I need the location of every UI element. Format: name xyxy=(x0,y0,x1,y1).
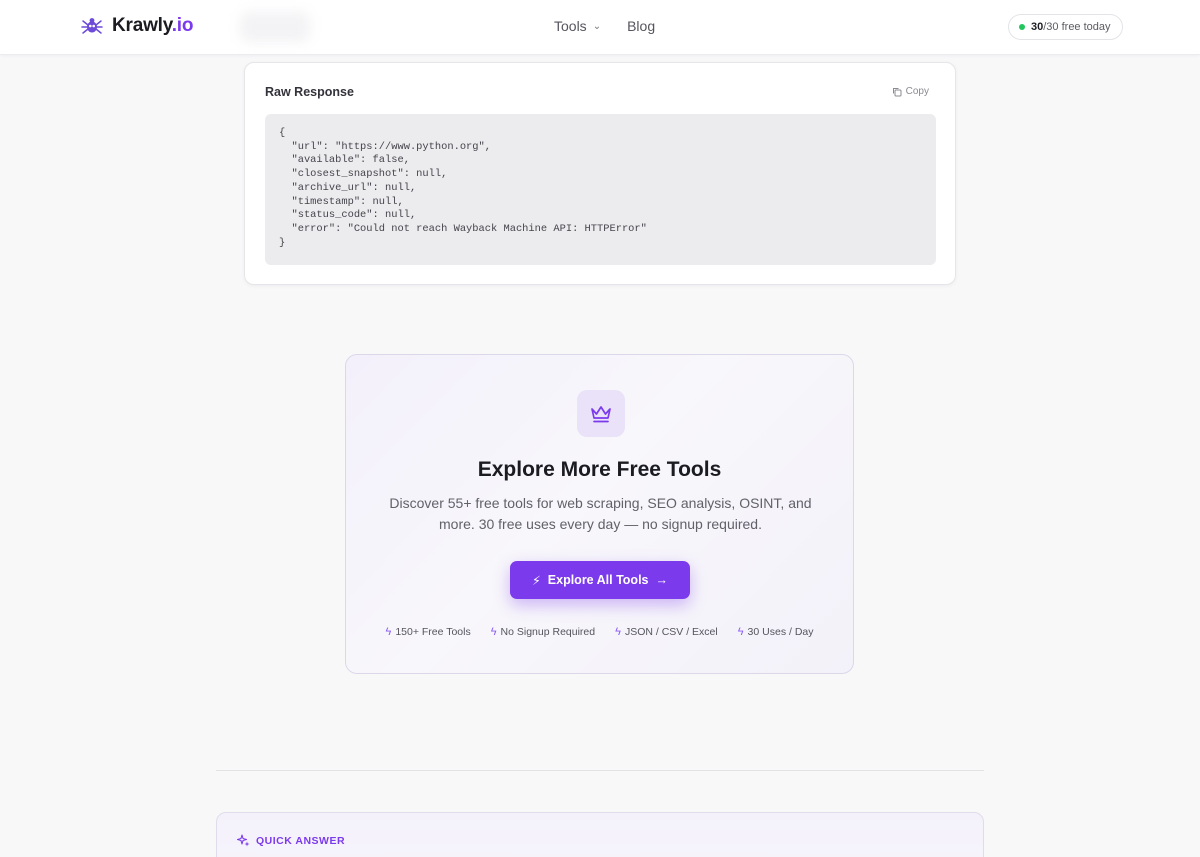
explore-all-tools-button[interactable]: ⚡︎ Explore All Tools → xyxy=(510,561,690,599)
explore-title: Explore More Free Tools xyxy=(477,458,722,481)
main-nav: Tools ⌄ Blog xyxy=(554,18,655,34)
json-code-block: { "url": "https://www.python.org", "avai… xyxy=(265,114,936,265)
sparkles-icon xyxy=(237,834,250,847)
feature-list: ϟ 150+ Free Tools ϟ No Signup Required ϟ JS… xyxy=(346,626,853,638)
feature-item: ϟ No Signup Required xyxy=(490,626,596,638)
nav-tools[interactable]: Tools ⌄ xyxy=(554,18,601,34)
logo-text: Krawly.io xyxy=(112,15,194,36)
chevron-down-icon: ⌄ xyxy=(592,20,602,32)
quick-answer-card: QUICK ANSWER xyxy=(216,812,984,857)
explore-description: Discover 55+ free tools for web scraping… xyxy=(389,495,812,532)
top-header: Krawly.io Tools ⌄ Blog 30/30 free today xyxy=(0,0,1200,55)
spider-logo-icon xyxy=(81,18,103,34)
bolt-icon: ϟ xyxy=(615,626,621,638)
bolt-icon: ϟ xyxy=(490,626,497,638)
copy-button[interactable]: Copy xyxy=(892,86,929,97)
usage-badge: 30/30 free today xyxy=(1008,14,1123,40)
arrow-right-icon: → xyxy=(655,573,669,587)
raw-response-title: Raw Response xyxy=(265,85,354,99)
feature-item: ϟ 150+ Free Tools xyxy=(385,626,471,638)
feature-item: ϟ JSON / CSV / Excel xyxy=(615,626,718,638)
bolt-icon: ⚡︎ xyxy=(532,573,541,588)
nav-blog[interactable]: Blog xyxy=(627,18,655,34)
bolt-icon: ϟ xyxy=(737,626,744,638)
explore-tools-card: Explore More Free Tools Discover 55+ fre… xyxy=(345,354,854,674)
bolt-icon: ϟ xyxy=(385,626,392,638)
copy-icon xyxy=(892,87,902,96)
crown-icon-box xyxy=(577,390,625,437)
blurred-header-element xyxy=(240,12,310,42)
logo[interactable]: Krawly.io xyxy=(80,14,193,38)
status-dot-icon xyxy=(1019,24,1025,30)
feature-item: ϟ 30 Uses / Day xyxy=(737,626,814,638)
section-divider xyxy=(216,770,984,771)
crown-icon xyxy=(591,405,611,422)
quick-answer-label: QUICK ANSWER xyxy=(237,834,345,847)
raw-response-card: Raw Response Copy { "url": "https://www.… xyxy=(244,62,956,285)
